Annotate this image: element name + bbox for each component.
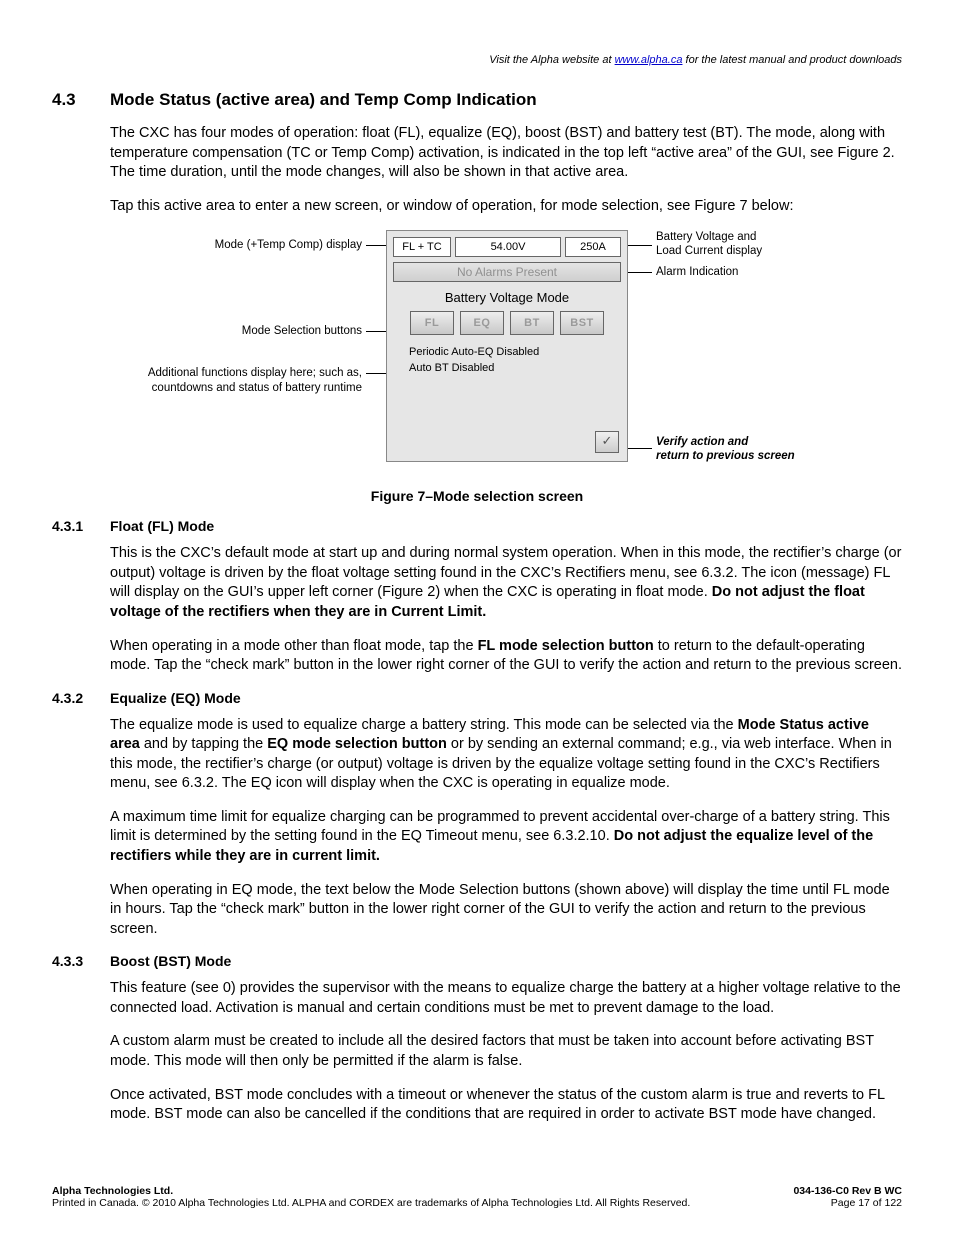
- status-text: Periodic Auto-EQ Disabled Auto BT Disabl…: [409, 345, 627, 376]
- sub-number: 4.3.3: [52, 953, 110, 969]
- callout-additional-1: Additional functions display here; such …: [112, 366, 362, 380]
- p432a: The equalize mode is used to equalize ch…: [110, 716, 902, 794]
- voltage-cell: 54.00V: [455, 237, 561, 257]
- p431b: When operating in a mode other than floa…: [110, 637, 902, 676]
- sub-title: Float (FL) Mode: [110, 518, 214, 534]
- p433b: A custom alarm must be created to includ…: [110, 1032, 902, 1071]
- header-note: Visit the Alpha website at www.alpha.ca …: [52, 54, 902, 66]
- p433c: Once activated, BST mode concludes with …: [110, 1086, 902, 1125]
- header-link[interactable]: www.alpha.ca: [615, 54, 683, 66]
- mode-cell[interactable]: FL + TC: [393, 237, 451, 257]
- footer-company: Alpha Technologies Ltd.: [52, 1185, 173, 1197]
- section-heading: 4.3Mode Status (active area) and Temp Co…: [52, 90, 902, 110]
- panel-title: Battery Voltage Mode: [387, 290, 627, 305]
- bt-button[interactable]: BT: [510, 311, 554, 335]
- page-footer: Alpha Technologies Ltd. Printed in Canad…: [52, 1185, 902, 1209]
- subsection-432: 4.3.2 Equalize (EQ) Mode: [52, 690, 902, 706]
- sub-number: 4.3.2: [52, 690, 110, 706]
- leader-line: [366, 331, 386, 332]
- callout-verify-1: Verify action and: [656, 435, 748, 449]
- subsection-431: 4.3.1 Float (FL) Mode: [52, 518, 902, 534]
- subsection-433: 4.3.3 Boost (BST) Mode: [52, 953, 902, 969]
- sub-number: 4.3.1: [52, 518, 110, 534]
- footer-legal: Printed in Canada. © 2010 Alpha Technolo…: [52, 1197, 690, 1209]
- status-line-2: Auto BT Disabled: [409, 361, 627, 376]
- header-suffix: for the latest manual and product downlo…: [682, 54, 902, 66]
- footer-page: Page 17 of 122: [831, 1197, 902, 1209]
- leader-line: [628, 448, 652, 449]
- section-title: Mode Status (active area) and Temp Comp …: [110, 90, 537, 109]
- p432c: When operating in EQ mode, the text belo…: [110, 881, 902, 940]
- alarm-bar: No Alarms Present: [393, 262, 621, 282]
- p431a: This is the CXC’s default mode at start …: [110, 544, 902, 622]
- leader-line: [366, 373, 386, 374]
- callout-additional-2: countdowns and status of battery runtime: [112, 381, 362, 395]
- callout-batt-2: Load Current display: [656, 244, 762, 258]
- alarm-row: No Alarms Present: [393, 262, 621, 282]
- mode-button-row: FL EQ BT BST: [393, 311, 621, 335]
- callout-batt-1: Battery Voltage and: [656, 230, 756, 244]
- intro-p1: The CXC has four modes of operation: flo…: [110, 124, 902, 183]
- status-line-1: Periodic Auto-EQ Disabled: [409, 345, 627, 360]
- section-number: 4.3: [52, 90, 110, 110]
- leader-line: [366, 245, 386, 246]
- intro-p2: Tap this active area to enter a new scre…: [110, 197, 902, 217]
- callout-alarm: Alarm Indication: [656, 265, 738, 279]
- figure-caption: Figure 7–Mode selection screen: [52, 488, 902, 504]
- callout-mode-selection: Mode Selection buttons: [182, 324, 362, 338]
- current-cell: 250A: [565, 237, 621, 257]
- leader-line: [628, 272, 652, 273]
- figure-7: Mode (+Temp Comp) display Mode Selection…: [52, 230, 902, 484]
- callout-mode-display: Mode (+Temp Comp) display: [182, 238, 362, 252]
- top-row: FL + TC 54.00V 250A: [393, 237, 621, 257]
- gui-panel: FL + TC 54.00V 250A No Alarms Present Ba…: [386, 230, 628, 462]
- leader-line: [628, 245, 652, 246]
- sub-title: Equalize (EQ) Mode: [110, 690, 241, 706]
- fl-button[interactable]: FL: [410, 311, 454, 335]
- sub-title: Boost (BST) Mode: [110, 953, 231, 969]
- checkmark-button[interactable]: ✓: [595, 431, 619, 453]
- eq-button[interactable]: EQ: [460, 311, 504, 335]
- p432b: A maximum time limit for equalize chargi…: [110, 808, 902, 867]
- header-prefix: Visit the Alpha website at: [489, 54, 614, 66]
- bst-button[interactable]: BST: [560, 311, 604, 335]
- p433a: This feature (see 0) provides the superv…: [110, 979, 902, 1018]
- callout-verify-2: return to previous screen: [656, 449, 795, 463]
- footer-doc: 034-136-C0 Rev B WC: [793, 1185, 902, 1197]
